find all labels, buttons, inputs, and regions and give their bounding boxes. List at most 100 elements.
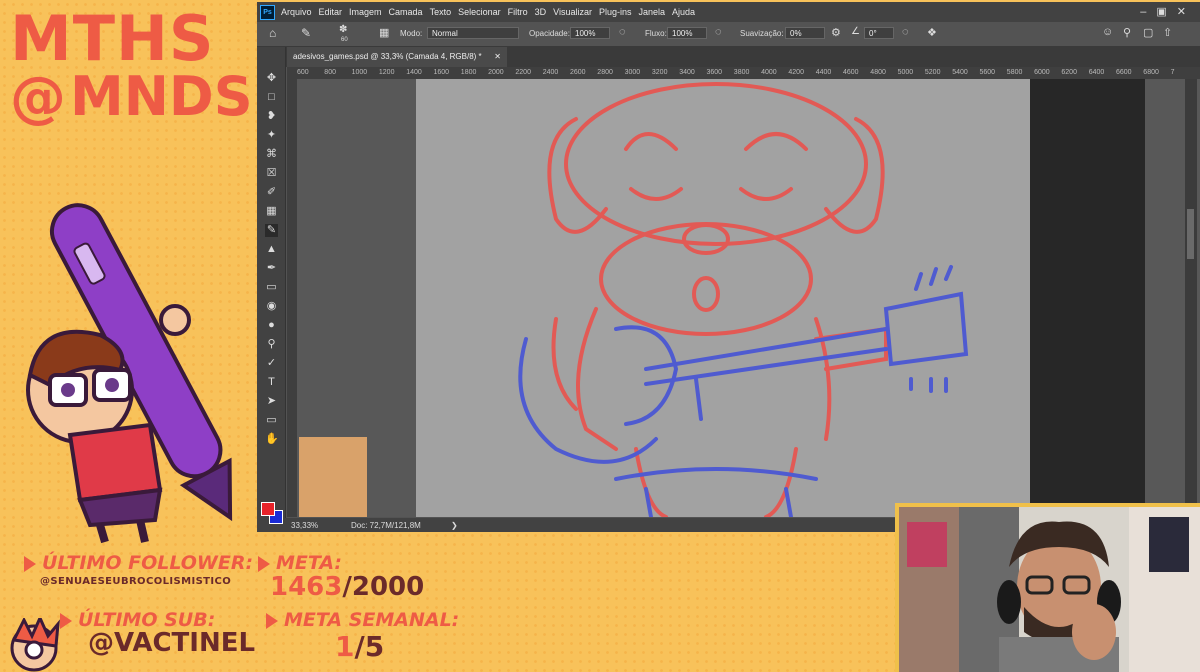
ruler-tick-label: 2400 [542, 69, 559, 76]
weekly-goal-current: 1 [335, 630, 355, 663]
mode-select[interactable]: Normal [427, 27, 519, 39]
sketch-drawing [518, 82, 969, 517]
crop-tool-icon[interactable]: ⌘ [265, 148, 278, 161]
ruler-tick-label: 3200 [651, 69, 668, 76]
flow-label: Fluxo: [645, 29, 667, 38]
dodge-tool-icon[interactable]: ⚲ [265, 338, 278, 351]
ruler-tick-label: 2800 [597, 69, 613, 76]
rectangle-tool-icon[interactable]: ▭ [265, 414, 278, 427]
menu-item-visualizar[interactable]: Visualizar [553, 7, 592, 17]
foreground-color-swatch[interactable] [261, 502, 275, 516]
pen-tool-icon[interactable]: ✓ [265, 357, 278, 370]
goal-label: META: [276, 552, 343, 574]
ruler-tick-label: 5800 [1006, 69, 1023, 76]
last-follower-label: ÚLTIMO FOLLOWER: [42, 552, 254, 574]
move-tool-icon[interactable]: ✥ [265, 72, 278, 85]
angle-field[interactable]: 0° [864, 27, 894, 39]
ruler-tick-label: 2000 [488, 69, 504, 76]
artboard[interactable] [416, 79, 1068, 517]
goal-total: /2000 [342, 572, 425, 602]
brush-tool-icon-active[interactable]: ✎ [265, 224, 278, 237]
home-icon[interactable]: ⌂ [269, 26, 276, 40]
window-controls[interactable]: –▣✕ [1140, 5, 1196, 18]
menu-item-ajuda[interactable]: Ajuda [672, 7, 695, 17]
brush-settings-icon[interactable]: ▦ [379, 26, 389, 39]
ruler-tick-label: 5200 [924, 69, 941, 76]
ruler-tick-label: 4400 [815, 69, 832, 76]
marquee-tool-icon[interactable]: □ [265, 91, 278, 104]
goal-value: 1463/2000 [270, 572, 424, 602]
type-tool-icon[interactable]: T [265, 376, 278, 389]
tools-panel: ✥ □ ❥ ✦ ⌘ ☒ ✐ ▦ ✎ ▲ ✒ ▭ ◉ ● ⚲ ✓ T ➤ ▭ ✋ [257, 47, 286, 532]
brush-tool-icon[interactable]: ✎ [301, 26, 311, 40]
pasteboard-dark [1030, 79, 1145, 517]
scrollbar-thumb[interactable] [1187, 209, 1194, 259]
menu-item-filtro[interactable]: Filtro [508, 7, 528, 17]
last-sub-value: @VACTINEL [88, 628, 256, 658]
ruler-tick-label: 6800 [1143, 69, 1159, 76]
menu-item-texto[interactable]: Texto [430, 7, 452, 17]
handle-line1: MTHS [10, 2, 215, 75]
menu-item-imagem[interactable]: Imagem [349, 7, 382, 17]
ruler-tick-label: 6200 [1061, 69, 1077, 76]
lasso-tool-icon[interactable]: ❥ [265, 110, 278, 123]
workspace-icon[interactable]: ▢ [1143, 26, 1153, 39]
last-follower-value: @SENUAESEUBROCOLISMISTICO [40, 576, 232, 587]
menu-item-janela[interactable]: Janela [639, 7, 666, 17]
blur-tool-icon[interactable]: ● [265, 319, 278, 332]
path-selection-icon[interactable]: ➤ [265, 395, 278, 408]
ruler-tick-label: 3000 [624, 69, 641, 76]
goal-arrow-icon [258, 556, 270, 572]
pressure-opacity-icon[interactable]: ◌ [619, 26, 626, 38]
flow-field[interactable]: 100% [667, 27, 707, 39]
stamp-tool-icon[interactable]: ▲ [265, 243, 278, 256]
menu-item-camada[interactable]: Camada [389, 7, 423, 17]
eyedropper-icon[interactable]: ✐ [265, 186, 278, 199]
brush-preset-icon[interactable]: ✽ [339, 24, 347, 35]
smoothing-field[interactable]: 0% [785, 27, 825, 39]
menu-items: Arquivo Editar Imagem Camada Texto Selecionar… [281, 7, 702, 17]
status-doc-size: Doc: 72,7M/121,8M [351, 521, 421, 530]
status-arrow-icon[interactable]: ❯ [451, 521, 458, 530]
pressure-size-icon[interactable]: ◌ [902, 26, 909, 38]
search-icon[interactable]: ⚲ [1123, 26, 1131, 39]
ruler-tick-label: 2200 [515, 69, 531, 76]
webcam-image [899, 507, 1200, 672]
menu-item-editar[interactable]: Editar [319, 7, 343, 17]
healing-tool-icon[interactable]: ▦ [265, 205, 278, 218]
menu-item-plug-ins[interactable]: Plug-ins [599, 7, 632, 17]
ruler-tick-label: 600 [297, 69, 309, 76]
ruler-tick-label: 7 [1170, 69, 1175, 76]
paint-bucket-icon[interactable]: ◉ [265, 300, 278, 313]
document-tab[interactable]: adesivos_games.psd @ 33,3% (Camada 4, RG… [287, 47, 507, 67]
ruler-tick-label: 3800 [733, 69, 750, 76]
ruler-tick-label: 1400 [406, 69, 422, 76]
frame-tool-icon[interactable]: ☒ [265, 167, 278, 180]
status-zoom[interactable]: 33,33% [291, 521, 318, 530]
hand-tool-icon[interactable]: ✋ [265, 433, 279, 446]
ruler-tick-label: 3600 [706, 69, 723, 76]
vertical-scrollbar[interactable] [1185, 79, 1197, 517]
document-tab-bar: adesivos_games.psd @ 33,3% (Camada 4, RG… [257, 47, 1200, 67]
weekly-goal-total: /5 [354, 630, 385, 663]
eraser-tool-icon[interactable]: ▭ [265, 281, 278, 294]
weekly-goal-arrow-icon [266, 613, 278, 629]
menu-item-3d[interactable]: 3D [535, 7, 547, 17]
angle-icon: ∠ [851, 26, 860, 37]
ruler-tick-label: 6000 [1034, 69, 1050, 76]
mode-label: Modo: [400, 29, 423, 38]
menu-item-arquivo[interactable]: Arquivo [281, 7, 312, 17]
close-icon[interactable]: ✕ [494, 47, 501, 67]
symmetry-icon[interactable]: ❖ [927, 26, 937, 39]
history-brush-icon[interactable]: ✒ [265, 262, 278, 275]
gear-icon[interactable]: ⚙ [831, 26, 841, 39]
share-icon[interactable]: ⇧ [1163, 26, 1172, 39]
menu-item-selecionar[interactable]: Selecionar [458, 7, 501, 17]
airbrush-icon[interactable]: ◌ [715, 26, 722, 38]
ruler-tick-label: 1200 [378, 69, 395, 76]
user-icon[interactable]: ☺ [1102, 26, 1113, 38]
photoshop-app-icon[interactable]: Ps [260, 5, 275, 20]
magic-wand-icon[interactable]: ✦ [265, 129, 278, 142]
vertical-ruler [287, 79, 297, 517]
opacity-field[interactable]: 100% [570, 27, 610, 39]
